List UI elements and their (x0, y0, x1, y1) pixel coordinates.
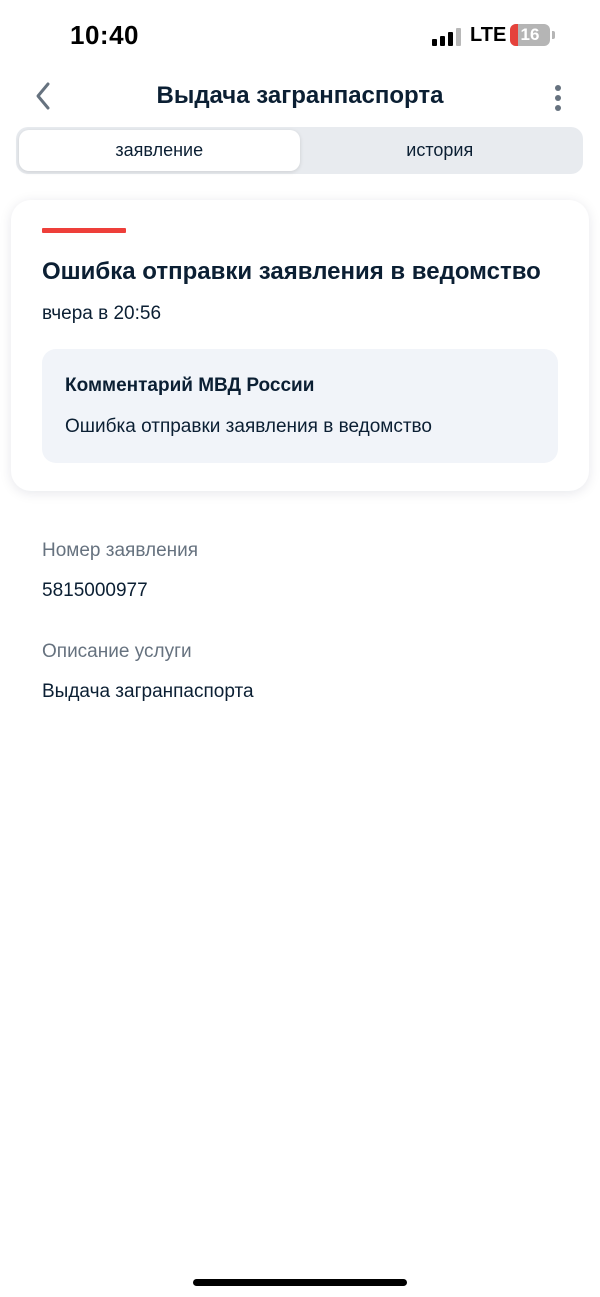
service-description-value: Выдача загранпаспорта (42, 681, 254, 702)
more-menu-button[interactable] (540, 80, 576, 116)
page-title: Выдача загранпаспорта (156, 82, 444, 109)
status-time: 10:40 (70, 20, 139, 50)
error-status-bar (42, 228, 126, 233)
status-title: Ошибка отправки заявления в ведомство (42, 258, 541, 285)
status-bar: 10:40 LTE 16 (0, 0, 600, 72)
segmented-tabs: заявление история (16, 127, 583, 174)
signal-icon (432, 28, 462, 46)
status-card: Ошибка отправки заявления в ведомство вч… (11, 200, 589, 491)
battery-cap (552, 31, 555, 39)
battery-level: 16 (520, 25, 540, 44)
tab-application[interactable]: заявление (19, 130, 300, 171)
comment-text: Ошибка отправки заявления в ведомство (65, 416, 432, 437)
home-indicator[interactable] (193, 1279, 407, 1286)
nav-header: Выдача загранпаспорта (0, 72, 600, 122)
service-description-label: Описание услуги (42, 641, 192, 662)
tab-history[interactable]: история (300, 130, 581, 171)
network-type: LTE (470, 24, 507, 46)
comment-title: Комментарий МВД России (65, 375, 315, 396)
application-number-label: Номер заявления (42, 540, 199, 561)
comment-box: Комментарий МВД России Ошибка отправки з… (42, 349, 558, 463)
more-vertical-icon (555, 85, 561, 111)
battery-icon: 16 (510, 24, 550, 46)
status-date: вчера в 20:56 (42, 303, 162, 324)
application-number-value: 5815000977 (42, 580, 148, 601)
